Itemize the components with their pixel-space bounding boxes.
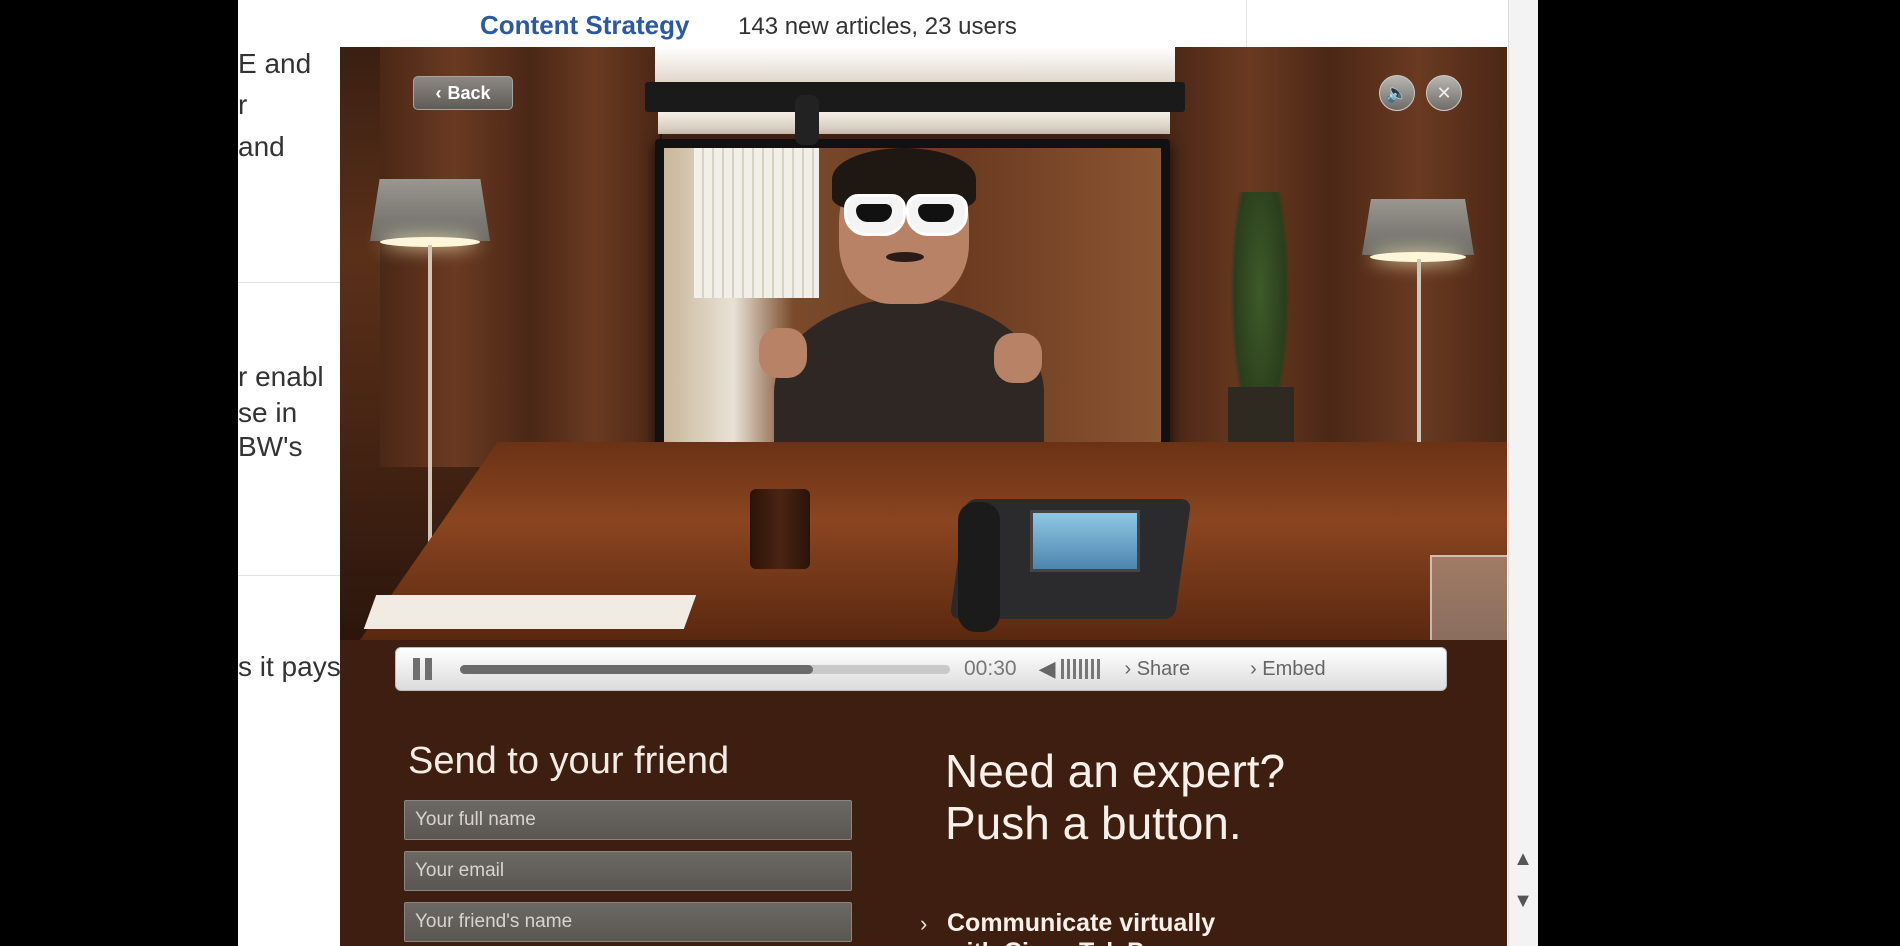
pause-button[interactable] (408, 657, 436, 681)
plant-pot (1228, 387, 1294, 445)
send-to-friend-heading: Send to your friend (408, 740, 730, 782)
progress-fill (460, 664, 813, 674)
content-strategy-meta: 143 new articles, 23 users (738, 13, 1017, 40)
person-hand (994, 333, 1042, 383)
video-frame[interactable]: ‹ Back 🔈 ✕ (340, 47, 1507, 640)
embed-link[interactable]: › Embed (1250, 658, 1326, 681)
left-snippet: se in (238, 397, 298, 428)
ceiling-light (655, 47, 1175, 87)
video-modal: ‹ Back 🔈 ✕ 00:30 ◀ › Share › Embed Send … (340, 47, 1507, 946)
left-snippet: s it pays (238, 651, 341, 682)
telepresence-link-line: with Cisco TelePresence (947, 938, 1238, 946)
phone-display (1030, 510, 1140, 572)
sunglasses (844, 194, 968, 236)
floor-lamp (370, 179, 490, 241)
wall-panel (530, 47, 662, 467)
expert-heading: Need an expert? Push a button. (945, 745, 1285, 849)
person-hand (759, 328, 807, 378)
webcam (795, 95, 819, 145)
scroll-up-icon[interactable]: ▲ (1510, 848, 1536, 871)
chevron-left-icon: ‹ (435, 82, 442, 103)
expert-heading-line: Push a button. (945, 797, 1242, 849)
lamp-pole (428, 245, 432, 585)
left-snippet: E and (238, 48, 312, 79)
friend-name-input[interactable] (404, 902, 852, 942)
progress-bar[interactable] (460, 664, 950, 674)
volume-icon[interactable]: ◀ (1039, 656, 1056, 682)
time-display: 00:30 (964, 657, 1017, 680)
mustache (886, 252, 924, 262)
telepresence-link[interactable]: Communicate virtually with Cisco TelePre… (947, 909, 1238, 946)
share-label: Share (1136, 657, 1191, 680)
chevron-right-icon: › (920, 911, 928, 936)
phone-handset (958, 502, 1000, 632)
divider (1246, 0, 1247, 48)
light-strip (658, 112, 1170, 134)
left-snippet: r enabl (238, 361, 324, 392)
telepresence-link-line: Communicate virtually (947, 909, 1216, 937)
page-scrollbar[interactable] (1508, 0, 1538, 946)
embed-label: Embed (1262, 657, 1326, 680)
volume-slider[interactable] (1061, 659, 1101, 679)
remote-video (664, 148, 1161, 472)
full-name-input[interactable] (404, 800, 852, 840)
email-input[interactable] (404, 851, 852, 891)
video-controls: 00:30 ◀ › Share › Embed (395, 647, 1447, 691)
back-label: Back (447, 82, 491, 103)
close-button[interactable]: ✕ (1426, 75, 1462, 111)
window-blinds (694, 148, 819, 298)
telepresence-screen (655, 139, 1170, 481)
projector-bar (645, 82, 1185, 112)
mute-button[interactable]: 🔈 (1379, 75, 1415, 111)
left-snippet: and (238, 131, 285, 162)
scroll-down-icon[interactable]: ▼ (1510, 890, 1536, 913)
expert-heading-line: Need an expert? (945, 745, 1286, 797)
floor-lamp (1362, 199, 1474, 255)
left-snippet: BW's (238, 431, 303, 462)
water-glass (1430, 555, 1507, 640)
left-snippet: r (238, 89, 248, 120)
back-button[interactable]: ‹ Back (413, 76, 513, 110)
paper-sheet (363, 595, 697, 629)
close-icon: ✕ (1436, 82, 1452, 103)
wall-panel (380, 47, 532, 467)
content-strategy-link[interactable]: Content Strategy (480, 10, 689, 41)
speaker-icon: 🔈 (1385, 82, 1409, 103)
pen-cup (750, 489, 810, 569)
share-link[interactable]: › Share (1124, 658, 1190, 681)
